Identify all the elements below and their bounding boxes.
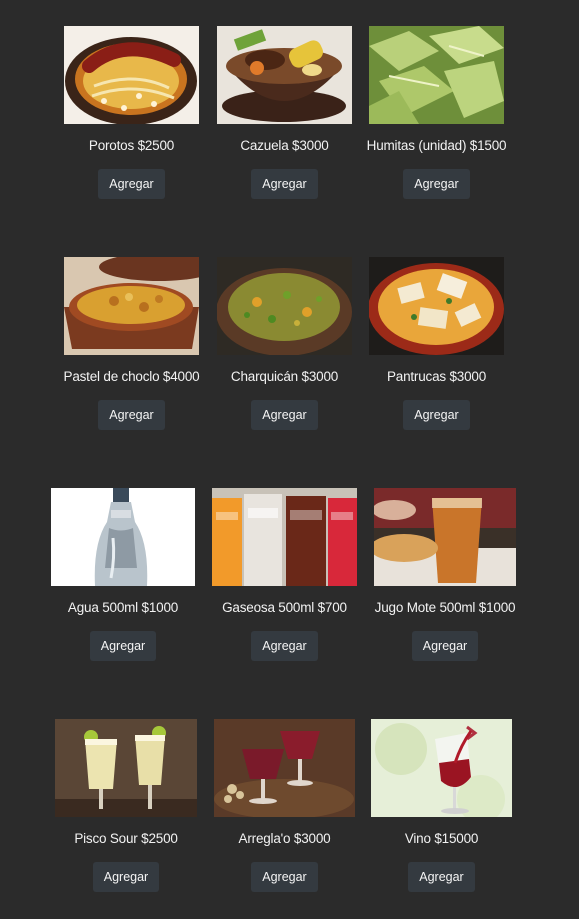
pisco-sour-photo — [55, 719, 197, 817]
item-label: Pastel de choclo $4000 — [63, 369, 200, 384]
add-pastel-de-choclo-button[interactable]: Agregar — [98, 400, 165, 430]
item-label: Jugo Mote 500ml $1000 — [374, 600, 516, 615]
item-label: Arregla'o $3000 — [238, 831, 331, 846]
item-label: Agua 500ml $1000 — [67, 600, 179, 615]
menu-item-cazuela: Cazuela $3000 Agregar — [216, 26, 353, 199]
add-agua-button[interactable]: Agregar — [89, 631, 157, 661]
agua-photo — [51, 488, 195, 586]
add-cazuela-button[interactable]: Agregar — [251, 169, 318, 199]
charquican-photo — [217, 257, 352, 355]
item-label: Gaseosa 500ml $700 — [222, 600, 347, 615]
cazuela-photo — [217, 26, 352, 124]
arreglao-photo — [214, 719, 355, 817]
menu-item-pisco-sour: Pisco Sour $2500 Agregar — [55, 719, 197, 892]
jugo-mote-photo — [374, 488, 516, 586]
item-label: Cazuela $3000 — [240, 138, 329, 153]
add-arreglao-button[interactable]: Agregar — [251, 862, 318, 892]
menu-item-agua: Agua 500ml $1000 Agregar — [51, 488, 195, 661]
menu-item-vino: Vino $15000 Agregar — [371, 719, 512, 892]
menu-item-pastel-de-choclo: Pastel de choclo $4000 Agregar — [63, 257, 200, 430]
menu-item-humitas: Humitas (unidad) $1500 Agregar — [366, 26, 507, 199]
pantrucas-photo — [369, 257, 504, 355]
add-vino-button[interactable]: Agregar — [408, 862, 475, 892]
menu-row-4: Pisco Sour $2500 Agregar Arregla'o $3000… — [0, 719, 579, 919]
item-label: Pisco Sour $2500 — [74, 831, 178, 846]
item-label: Vino $15000 — [404, 831, 479, 846]
menu-item-arreglao: Arregla'o $3000 Agregar — [214, 719, 355, 892]
add-gaseosa-button[interactable]: Agregar — [251, 631, 318, 661]
porotos-photo — [64, 26, 199, 124]
item-label: Porotos $2500 — [88, 138, 175, 153]
vino-photo — [371, 719, 512, 817]
menu-item-charquican: Charquicán $3000 Agregar — [216, 257, 353, 430]
pastel-de-choclo-photo — [64, 257, 199, 355]
add-porotos-button[interactable]: Agregar — [98, 169, 165, 199]
item-label: Humitas (unidad) $1500 — [366, 138, 507, 153]
menu-page: Porotos $2500 Agregar Cazuela $3000 Agre — [0, 0, 579, 919]
menu-item-gaseosa: Gaseosa 500ml $700 Agregar — [212, 488, 357, 661]
menu-item-jugo-mote: Jugo Mote 500ml $1000 Agregar — [374, 488, 516, 661]
gaseosa-photo — [212, 488, 357, 586]
menu-row-3: Agua 500ml $1000 Agregar Gaseosa 500ml $… — [0, 488, 579, 688]
menu-row-1: Porotos $2500 Agregar Cazuela $3000 Agre — [0, 26, 579, 226]
item-label: Pantrucas $3000 — [386, 369, 487, 384]
item-label: Charquicán $3000 — [230, 369, 339, 384]
humitas-photo — [369, 26, 504, 124]
menu-item-porotos: Porotos $2500 Agregar — [63, 26, 200, 199]
menu-row-2: Pastel de choclo $4000 Agregar Charquicá… — [0, 257, 579, 457]
menu-item-pantrucas: Pantrucas $3000 Agregar — [368, 257, 505, 430]
add-pisco-sour-button[interactable]: Agregar — [92, 862, 160, 892]
add-charquican-button[interactable]: Agregar — [251, 400, 318, 430]
add-humitas-button[interactable]: Agregar — [403, 169, 470, 199]
add-jugo-mote-button[interactable]: Agregar — [411, 631, 479, 661]
add-pantrucas-button[interactable]: Agregar — [403, 400, 470, 430]
